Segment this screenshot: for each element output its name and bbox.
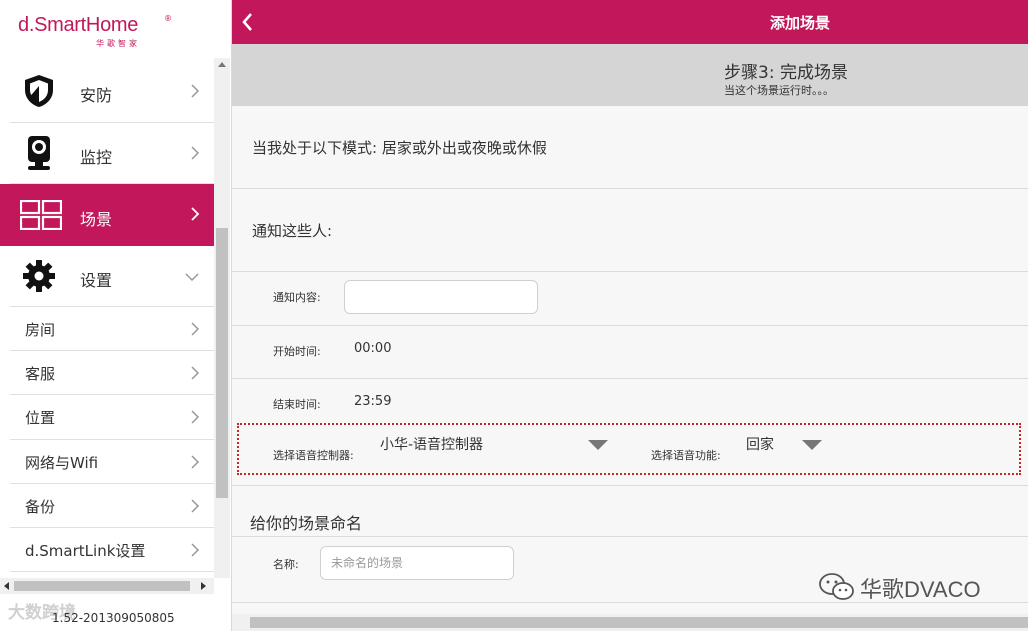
scroll-right-icon[interactable]	[201, 582, 206, 590]
sidebar-item-security[interactable]: 安防	[10, 61, 214, 123]
sidebar-item-monitor[interactable]: 监控	[10, 122, 214, 184]
name-label: 名称:	[273, 558, 299, 571]
chevron-right-icon	[191, 322, 200, 336]
sidebar-item-settings[interactable]: 设置	[10, 245, 214, 307]
sidebar-horizontal-scrollbar[interactable]	[0, 578, 214, 594]
sidebar-item-label: 设置	[80, 270, 113, 290]
sidebar-item-backup[interactable]: 备份	[10, 484, 214, 528]
voice-controller-label: 选择语音控制器:	[273, 449, 354, 462]
chevron-right-icon	[191, 145, 200, 160]
scene-icon	[20, 200, 62, 230]
notify-content-row: 通知内容:	[232, 272, 1028, 326]
main-horizontal-scrollbar[interactable]	[232, 614, 1028, 631]
gear-icon	[23, 259, 55, 292]
sidebar-item-label: 房间	[25, 321, 56, 339]
top-bar: 添加场景	[232, 0, 1028, 44]
sidebar-item-scene[interactable]: 场景	[0, 184, 214, 246]
sidebar-item-label: 安防	[80, 86, 113, 105]
sidebar-item-smartlink-settings[interactable]: d.SmartLink设置	[10, 528, 214, 573]
scrollbar-thumb[interactable]	[250, 617, 1028, 628]
notify-row: 通知这些人:	[232, 189, 1028, 272]
start-time-row: 开始时间: 00:00	[232, 326, 1028, 379]
sidebar-item-label: 位置	[25, 409, 56, 428]
chevron-right-icon	[191, 499, 200, 513]
notify-content-label: 通知内容:	[273, 291, 321, 304]
voice-function-select[interactable]: 回家	[746, 434, 774, 454]
name-heading: 给你的场景命名	[250, 514, 363, 533]
voice-function-label: 选择语音功能:	[651, 449, 721, 462]
chevron-right-icon	[191, 543, 200, 557]
sidebar-item-label: d.SmartLink设置	[25, 541, 146, 560]
sidebar-item-network-wifi[interactable]: 网络与Wifi	[10, 440, 214, 484]
start-time-value[interactable]: 00:00	[354, 341, 391, 356]
sidebar-item-label: 备份	[25, 497, 56, 516]
notify-people-label: 通知这些人:	[252, 222, 333, 240]
watermark-text: 华歌DVACO	[860, 577, 981, 602]
shield-icon	[25, 75, 53, 107]
brand-registered-mark: ®	[164, 14, 172, 23]
chevron-right-icon	[191, 366, 200, 380]
sidebar-item-label: 网络与Wifi	[25, 453, 99, 472]
notify-content-input[interactable]	[345, 281, 537, 313]
mode-row: 当我处于以下模式: 居家或外出或夜晚或休假	[232, 106, 1028, 189]
step-header: 步骤3: 完成场景 当这个场景运行时。。。	[232, 44, 1028, 106]
version-label: 1.52-201309050805	[52, 611, 175, 625]
chevron-right-icon	[191, 84, 200, 98]
sidebar-item-label: 场景	[80, 210, 113, 229]
sidebar-menu: 安防 监控 场景 设置 房间 客服 位置 网络与Wifi 备份 d.SmartL…	[0, 61, 214, 573]
start-time-label: 开始时间:	[273, 345, 321, 358]
voice-control-section: 选择语音控制器: 小华-语音控制器 选择语音功能: 回家	[237, 423, 1021, 475]
sidebar-item-rooms[interactable]: 房间	[10, 307, 214, 352]
scene-name-field[interactable]	[320, 546, 514, 580]
sidebar: d.SmartHome ® 华歌智家 安防 监控 场景 设置 房间 客服 位置 …	[0, 0, 232, 631]
sidebar-vertical-scrollbar[interactable]	[214, 58, 230, 578]
chevron-right-icon	[191, 410, 200, 424]
mode-condition-text: 当我处于以下模式: 居家或外出或夜晚或休假	[252, 139, 547, 157]
end-time-row: 结束时间: 23:59	[232, 379, 1028, 422]
scrollbar-thumb[interactable]	[216, 228, 228, 498]
step-subtitle: 当这个场景运行时。。。	[724, 84, 834, 97]
logo: d.SmartHome ® 华歌智家	[0, 0, 231, 58]
wechat-icon	[819, 573, 854, 600]
scroll-left-icon[interactable]	[4, 582, 9, 590]
brand-subtitle: 华歌智家	[96, 39, 140, 48]
voice-function-dropdown-icon[interactable]	[802, 440, 822, 450]
voice-controller-select[interactable]: 小华-语音控制器	[380, 434, 483, 454]
end-time-value[interactable]: 23:59	[354, 394, 391, 409]
brand-name: d.SmartHome	[18, 14, 139, 36]
camera-icon	[28, 135, 50, 170]
voice-controller-dropdown-icon[interactable]	[588, 440, 608, 450]
name-heading-row: 给你的场景命名	[232, 485, 1028, 537]
main-panel: 添加场景 步骤3: 完成场景 当这个场景运行时。。。 当我处于以下模式: 居家或…	[232, 0, 1028, 631]
sidebar-item-label: 监控	[80, 147, 113, 167]
step-title: 步骤3: 完成场景	[724, 63, 848, 83]
sidebar-item-customer-service[interactable]: 客服	[10, 351, 214, 396]
sidebar-item-location[interactable]: 位置	[10, 395, 214, 440]
chevron-down-icon	[185, 272, 199, 281]
scene-name-input[interactable]	[321, 547, 513, 579]
page-title: 添加场景	[769, 14, 830, 32]
chevron-right-icon	[191, 207, 200, 221]
sidebar-item-label: 客服	[25, 365, 56, 384]
chevron-right-icon	[191, 455, 200, 469]
scroll-up-icon[interactable]	[218, 62, 226, 67]
end-time-label: 结束时间:	[273, 398, 321, 411]
scrollbar-thumb[interactable]	[14, 581, 190, 591]
notify-content-field[interactable]	[344, 280, 538, 314]
